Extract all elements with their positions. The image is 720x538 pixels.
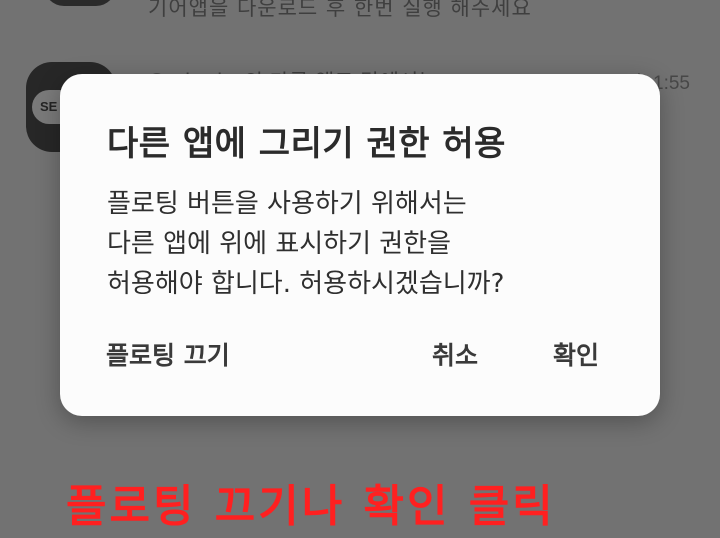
cancel-button[interactable]: 취소 (432, 336, 478, 376)
dialog-message-line: 플로팅 버튼을 사용하기 위해서는 (107, 189, 467, 219)
disable-floating-button[interactable]: 플로팅 끄기 (106, 336, 230, 376)
background-notification-text: 기어앱을 다운로드 후 한번 실행 해주세요 (148, 0, 532, 20)
permission-dialog: 다른 앱에 그리기 권한 허용 플로팅 버튼을 사용하기 위해서는 다른 앱에 … (60, 74, 660, 416)
confirm-button[interactable]: 확인 (553, 336, 599, 376)
dialog-message-line: 다른 앱에 위에 표시하기 권한을 (107, 229, 452, 259)
app-icon (44, 0, 116, 6)
instruction-caption: 플로팅 끄기나 확인 클릭 (66, 481, 556, 532)
background-notification-row: 기어앱을 다운로드 후 한번 실행 해주세요 (0, 0, 720, 26)
dialog-title: 다른 앱에 그리기 권한 허용 (107, 124, 506, 164)
dialog-message-line: 허용해야 합니다. 허용하시겠습니까? (107, 269, 505, 299)
dialog-message: 플로팅 버튼을 사용하기 위해서는 다른 앱에 위에 표시하기 권한을 허용해야… (107, 184, 627, 304)
